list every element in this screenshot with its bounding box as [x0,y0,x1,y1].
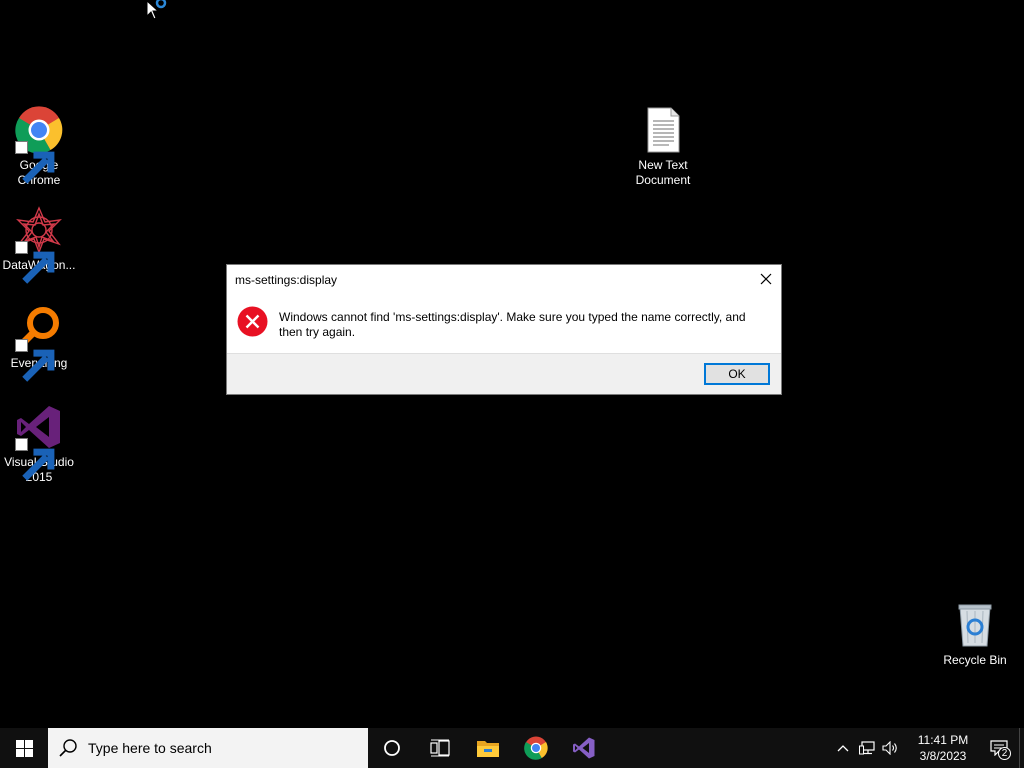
desktop-icon-everything[interactable]: Everything [0,304,78,382]
action-center-button[interactable]: 2 [979,728,1019,768]
network-icon [859,741,875,755]
desktop-icon-label: Document [635,173,691,187]
task-view-icon [430,739,450,757]
error-icon [237,306,268,337]
shortcut-arrow-icon [15,339,55,382]
taskbar: Type here to search 11:41 PM 3/8/2023 2 [0,728,1024,768]
search-placeholder: Type here to search [88,740,212,756]
desktop-icon-datawagon[interactable]: DataWagon... [0,206,78,284]
ok-button[interactable]: OK [704,363,770,385]
desktop-icon-label: New Text [638,158,688,172]
dialog-message: Windows cannot find 'ms-settings:display… [279,310,746,339]
visual-studio-icon [573,737,595,759]
dialog-close-button[interactable] [751,265,781,293]
error-dialog: ms-settings:display Windows cannot find … [226,264,782,395]
desktop-icon-visual-studio[interactable]: Visual Studio 2015 [0,403,78,485]
chrome-taskbar-button[interactable] [512,728,560,768]
clock-date: 3/8/2023 [919,749,967,763]
start-button[interactable] [0,728,48,768]
desktop-icon-label: Recycle Bin [943,653,1007,667]
network-button[interactable] [855,728,879,768]
shortcut-arrow-icon [15,141,55,184]
taskbar-clock[interactable]: 11:41 PM 3/8/2023 [907,732,979,764]
file-explorer-taskbar-button[interactable] [464,728,512,768]
task-view-button[interactable] [416,728,464,768]
cortana-button[interactable] [368,728,416,768]
shortcut-arrow-icon [15,438,55,481]
chrome-icon [524,736,548,760]
taskbar-search-box[interactable]: Type here to search [48,728,368,768]
desktop-icon-google-chrome[interactable]: Google Chrome [0,106,78,188]
volume-button[interactable] [879,728,903,768]
show-hidden-icons-button[interactable] [831,728,855,768]
notification-count-badge: 2 [998,747,1011,760]
clock-time: 11:41 PM [917,733,969,747]
speaker-icon [882,741,897,755]
desktop-icon-recycle-bin[interactable]: Recycle Bin [936,601,1014,668]
close-icon [760,273,772,285]
recycle-bin-icon [958,604,992,647]
visual-studio-taskbar-button[interactable] [560,728,608,768]
windows-logo-icon [15,739,33,757]
file-explorer-icon [477,741,499,757]
mouse-cursor [146,0,172,22]
dialog-footer: OK [227,353,781,394]
text-document-icon [647,107,680,153]
desktop-icon-new-text-document[interactable]: New Text Document [624,106,702,188]
show-desktop-button[interactable] [1019,728,1024,768]
dialog-title: ms-settings:display [235,273,338,287]
search-icon [59,739,77,757]
system-tray: 11:41 PM 3/8/2023 2 [831,728,1024,768]
chevron-up-icon [837,745,849,752]
shortcut-arrow-icon [15,241,55,284]
cortana-icon [384,740,400,756]
